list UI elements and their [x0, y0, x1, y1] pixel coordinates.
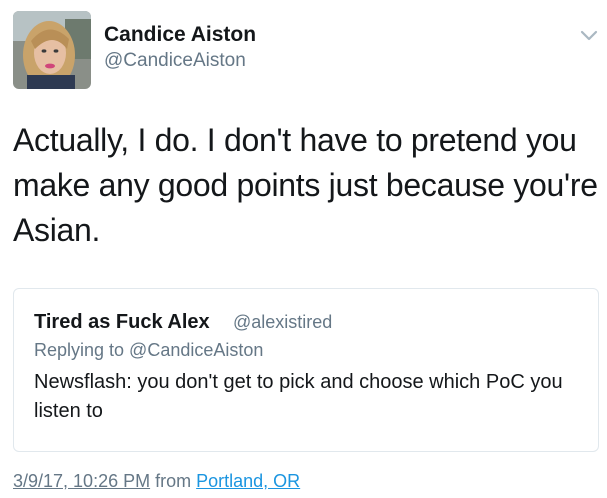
chevron-down-icon[interactable] — [578, 26, 600, 44]
quoted-tweet[interactable]: Tired as Fuck Alex @alexistired Replying… — [13, 288, 599, 452]
location-link[interactable]: Portland, OR — [196, 471, 300, 491]
tweet-meta: 3/9/17, 10:26 PM from Portland, OR — [13, 471, 300, 492]
quoted-replying-to: Replying to @CandiceAiston — [34, 340, 264, 360]
author-display-name[interactable]: Candice Aiston — [104, 23, 256, 47]
from-label: from — [155, 471, 192, 491]
quoted-author-name: Tired as Fuck Alex — [34, 311, 210, 333]
tweet-card: Candice Aiston @CandiceAiston Actually, … — [0, 0, 607, 498]
tweet-text: Actually, I do. I don't have to pretend … — [13, 122, 598, 248]
author-avatar[interactable] — [13, 11, 91, 89]
timestamp-link[interactable]: 3/9/17, 10:26 PM — [13, 471, 150, 491]
quoted-tweet-text: Newsflash: you don't get to pick and cho… — [34, 371, 563, 422]
quoted-author-handle: @alexistired — [233, 312, 333, 332]
avatar-photo-icon — [13, 11, 91, 89]
author-handle[interactable]: @CandiceAiston — [104, 50, 246, 72]
